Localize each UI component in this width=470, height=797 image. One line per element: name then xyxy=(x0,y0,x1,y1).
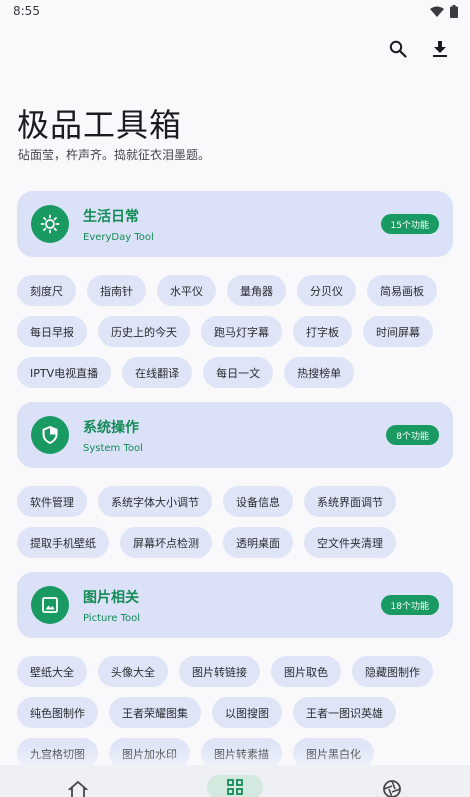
tool-chips: 刻度尺 指南针 水平仪 量角器 分贝仪 简易画板 每日早报 历史上的今天 跑马灯… xyxy=(17,257,453,402)
tool-chip[interactable]: 图片转链接 xyxy=(179,656,260,687)
bottom-navigation xyxy=(0,765,470,797)
tool-chip[interactable]: 简易画板 xyxy=(367,275,437,306)
image-icon xyxy=(31,586,69,624)
tool-chip[interactable]: 屏幕坏点检测 xyxy=(120,527,212,558)
tool-chip[interactable]: 水平仪 xyxy=(157,275,216,306)
app-bar xyxy=(370,36,470,62)
section-system: 系统操作 System Tool 8个功能 软件管理 系统字体大小调节 设备信息… xyxy=(17,402,453,572)
tool-chip[interactable]: 以图搜图 xyxy=(212,697,282,728)
nav-explore[interactable] xyxy=(364,775,420,797)
home-icon xyxy=(68,780,89,797)
tool-chip[interactable]: 软件管理 xyxy=(17,486,87,517)
tool-chip[interactable]: 量角器 xyxy=(227,275,286,306)
tool-chip[interactable]: 王者荣耀图集 xyxy=(109,697,201,728)
aperture-icon xyxy=(382,780,401,797)
nav-tools[interactable] xyxy=(206,775,263,797)
tool-chip[interactable]: 隐藏图制作 xyxy=(352,656,433,687)
tool-chip[interactable]: IPTV电视直播 xyxy=(17,357,112,388)
tool-chip[interactable]: 每日一文 xyxy=(203,357,274,388)
tool-chip[interactable]: 空文件夹清理 xyxy=(304,527,396,558)
tool-chip[interactable]: 设备信息 xyxy=(223,486,293,517)
count-badge: 8个功能 xyxy=(386,425,439,445)
tool-chip[interactable]: 系统界面调节 xyxy=(304,486,396,517)
tool-chip[interactable]: 刻度尺 xyxy=(17,275,76,306)
download-icon[interactable] xyxy=(429,38,451,60)
tool-chip[interactable]: 时间屏幕 xyxy=(363,316,433,347)
tool-chip[interactable]: 图片取色 xyxy=(271,656,341,687)
tool-chip[interactable]: 王者一图识英雄 xyxy=(293,697,396,728)
count-badge: 15个功能 xyxy=(380,214,439,234)
grid-icon xyxy=(227,779,243,795)
section-subtitle: EveryDay Tool xyxy=(83,231,154,243)
section-subtitle: System Tool xyxy=(83,442,143,454)
search-icon[interactable] xyxy=(387,38,409,60)
tool-chip[interactable]: 在线翻译 xyxy=(122,357,193,388)
count-badge: 18个功能 xyxy=(380,595,439,615)
tool-chip[interactable]: 提取手机壁纸 xyxy=(17,527,109,558)
section-title: 图片相关 xyxy=(83,589,139,606)
tool-chip[interactable]: 系统字体大小调节 xyxy=(98,486,212,517)
wifi-icon xyxy=(430,6,444,17)
brightness-icon xyxy=(31,205,69,243)
section-title: 系统操作 xyxy=(83,419,139,436)
page-subtitle: 砧面莹，杵声齐。捣就征衣泪墨题。 xyxy=(18,148,211,162)
tool-chip[interactable]: 打字板 xyxy=(293,316,352,347)
section-subtitle: Picture Tool xyxy=(83,612,140,624)
status-bar: 8:55 xyxy=(0,0,470,22)
tool-chip[interactable]: 指南针 xyxy=(87,275,146,306)
tool-chip[interactable]: 跑马灯字幕 xyxy=(201,316,282,347)
tool-chip[interactable]: 热搜榜单 xyxy=(284,357,355,388)
tool-chip[interactable]: 壁纸大全 xyxy=(17,656,87,687)
section-card[interactable]: 图片相关 Picture Tool 18个功能 xyxy=(17,572,453,638)
tool-chip[interactable]: 透明桌面 xyxy=(223,527,293,558)
tool-sections: 生活日常 EveryDay Tool 15个功能 刻度尺 指南针 水平仪 量角器… xyxy=(17,191,453,783)
status-time: 8:55 xyxy=(13,4,40,18)
shield-icon xyxy=(31,416,69,454)
section-title: 生活日常 xyxy=(83,208,139,225)
section-picture: 图片相关 Picture Tool 18个功能 壁纸大全 头像大全 图片转链接 … xyxy=(17,572,453,783)
tool-chip[interactable]: 分贝仪 xyxy=(297,275,356,306)
tool-chip[interactable]: 历史上的今天 xyxy=(98,316,190,347)
nav-home[interactable] xyxy=(50,775,106,797)
battery-icon xyxy=(450,4,458,18)
section-card[interactable]: 生活日常 EveryDay Tool 15个功能 xyxy=(17,191,453,257)
tool-chip[interactable]: 每日早报 xyxy=(17,316,87,347)
section-card[interactable]: 系统操作 System Tool 8个功能 xyxy=(17,402,453,468)
tool-chip[interactable]: 头像大全 xyxy=(98,656,168,687)
status-icons xyxy=(430,4,458,18)
page-title: 极品工具箱 xyxy=(17,106,183,144)
section-everyday: 生活日常 EveryDay Tool 15个功能 刻度尺 指南针 水平仪 量角器… xyxy=(17,191,453,402)
tool-chips: 软件管理 系统字体大小调节 设备信息 系统界面调节 提取手机壁纸 屏幕坏点检测 … xyxy=(17,468,453,572)
tool-chip[interactable]: 纯色图制作 xyxy=(17,697,98,728)
tool-chips: 壁纸大全 头像大全 图片转链接 图片取色 隐藏图制作 纯色图制作 王者荣耀图集 … xyxy=(17,638,453,783)
